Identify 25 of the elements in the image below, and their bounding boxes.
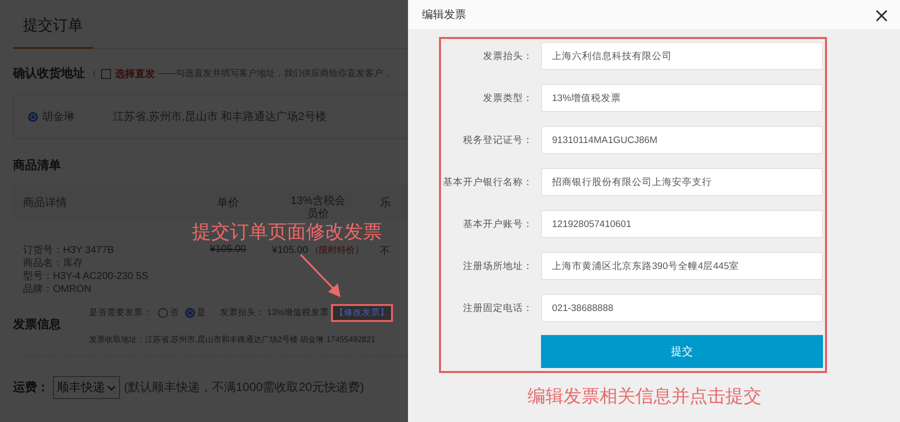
input-field[interactable]: 招商银行股份有限公司上海安亭支行 [541,168,823,196]
input-field[interactable]: 121928057410601 [541,210,823,238]
input-field[interactable]: 13%增值税发票 [541,84,823,112]
callout-arrow [300,254,341,298]
callout-text: 提交订单页面修改发票 [192,223,382,242]
bracket: （ [87,68,97,80]
field-label: 发票抬头： [482,50,533,62]
input-field[interactable]: 上海市黄浦区北京东路390号全幢4层445室 [541,252,823,280]
field-label: 注册固定电话： [462,302,533,314]
field-label: 基本开户账号： [462,218,533,230]
callout-text: 编辑发票相关信息并点击提交 [528,385,762,408]
field-label: 注册场所地址： [462,260,533,272]
input-field[interactable]: 021-38688888 [541,294,823,322]
price-note: （限时特价） [310,245,364,255]
shipping-label: 运费： [13,379,49,396]
field-label: 发票类型： [482,92,533,104]
close-button[interactable]: × [871,4,892,24]
field-label: 基本开户银行名称： [442,176,533,188]
input-field[interactable]: 上海六利信息科技有限公司 [541,42,823,70]
section-title: 商品清单 [13,157,62,174]
section-title: 确认收货地址 [13,65,85,82]
input-field[interactable]: 91310114MA1GUCJ86M [541,126,823,154]
dialog-title: 编辑发票 [422,8,466,22]
section-title: 发票信息 [13,316,62,333]
field-label: 税务登记证号： [462,134,533,146]
